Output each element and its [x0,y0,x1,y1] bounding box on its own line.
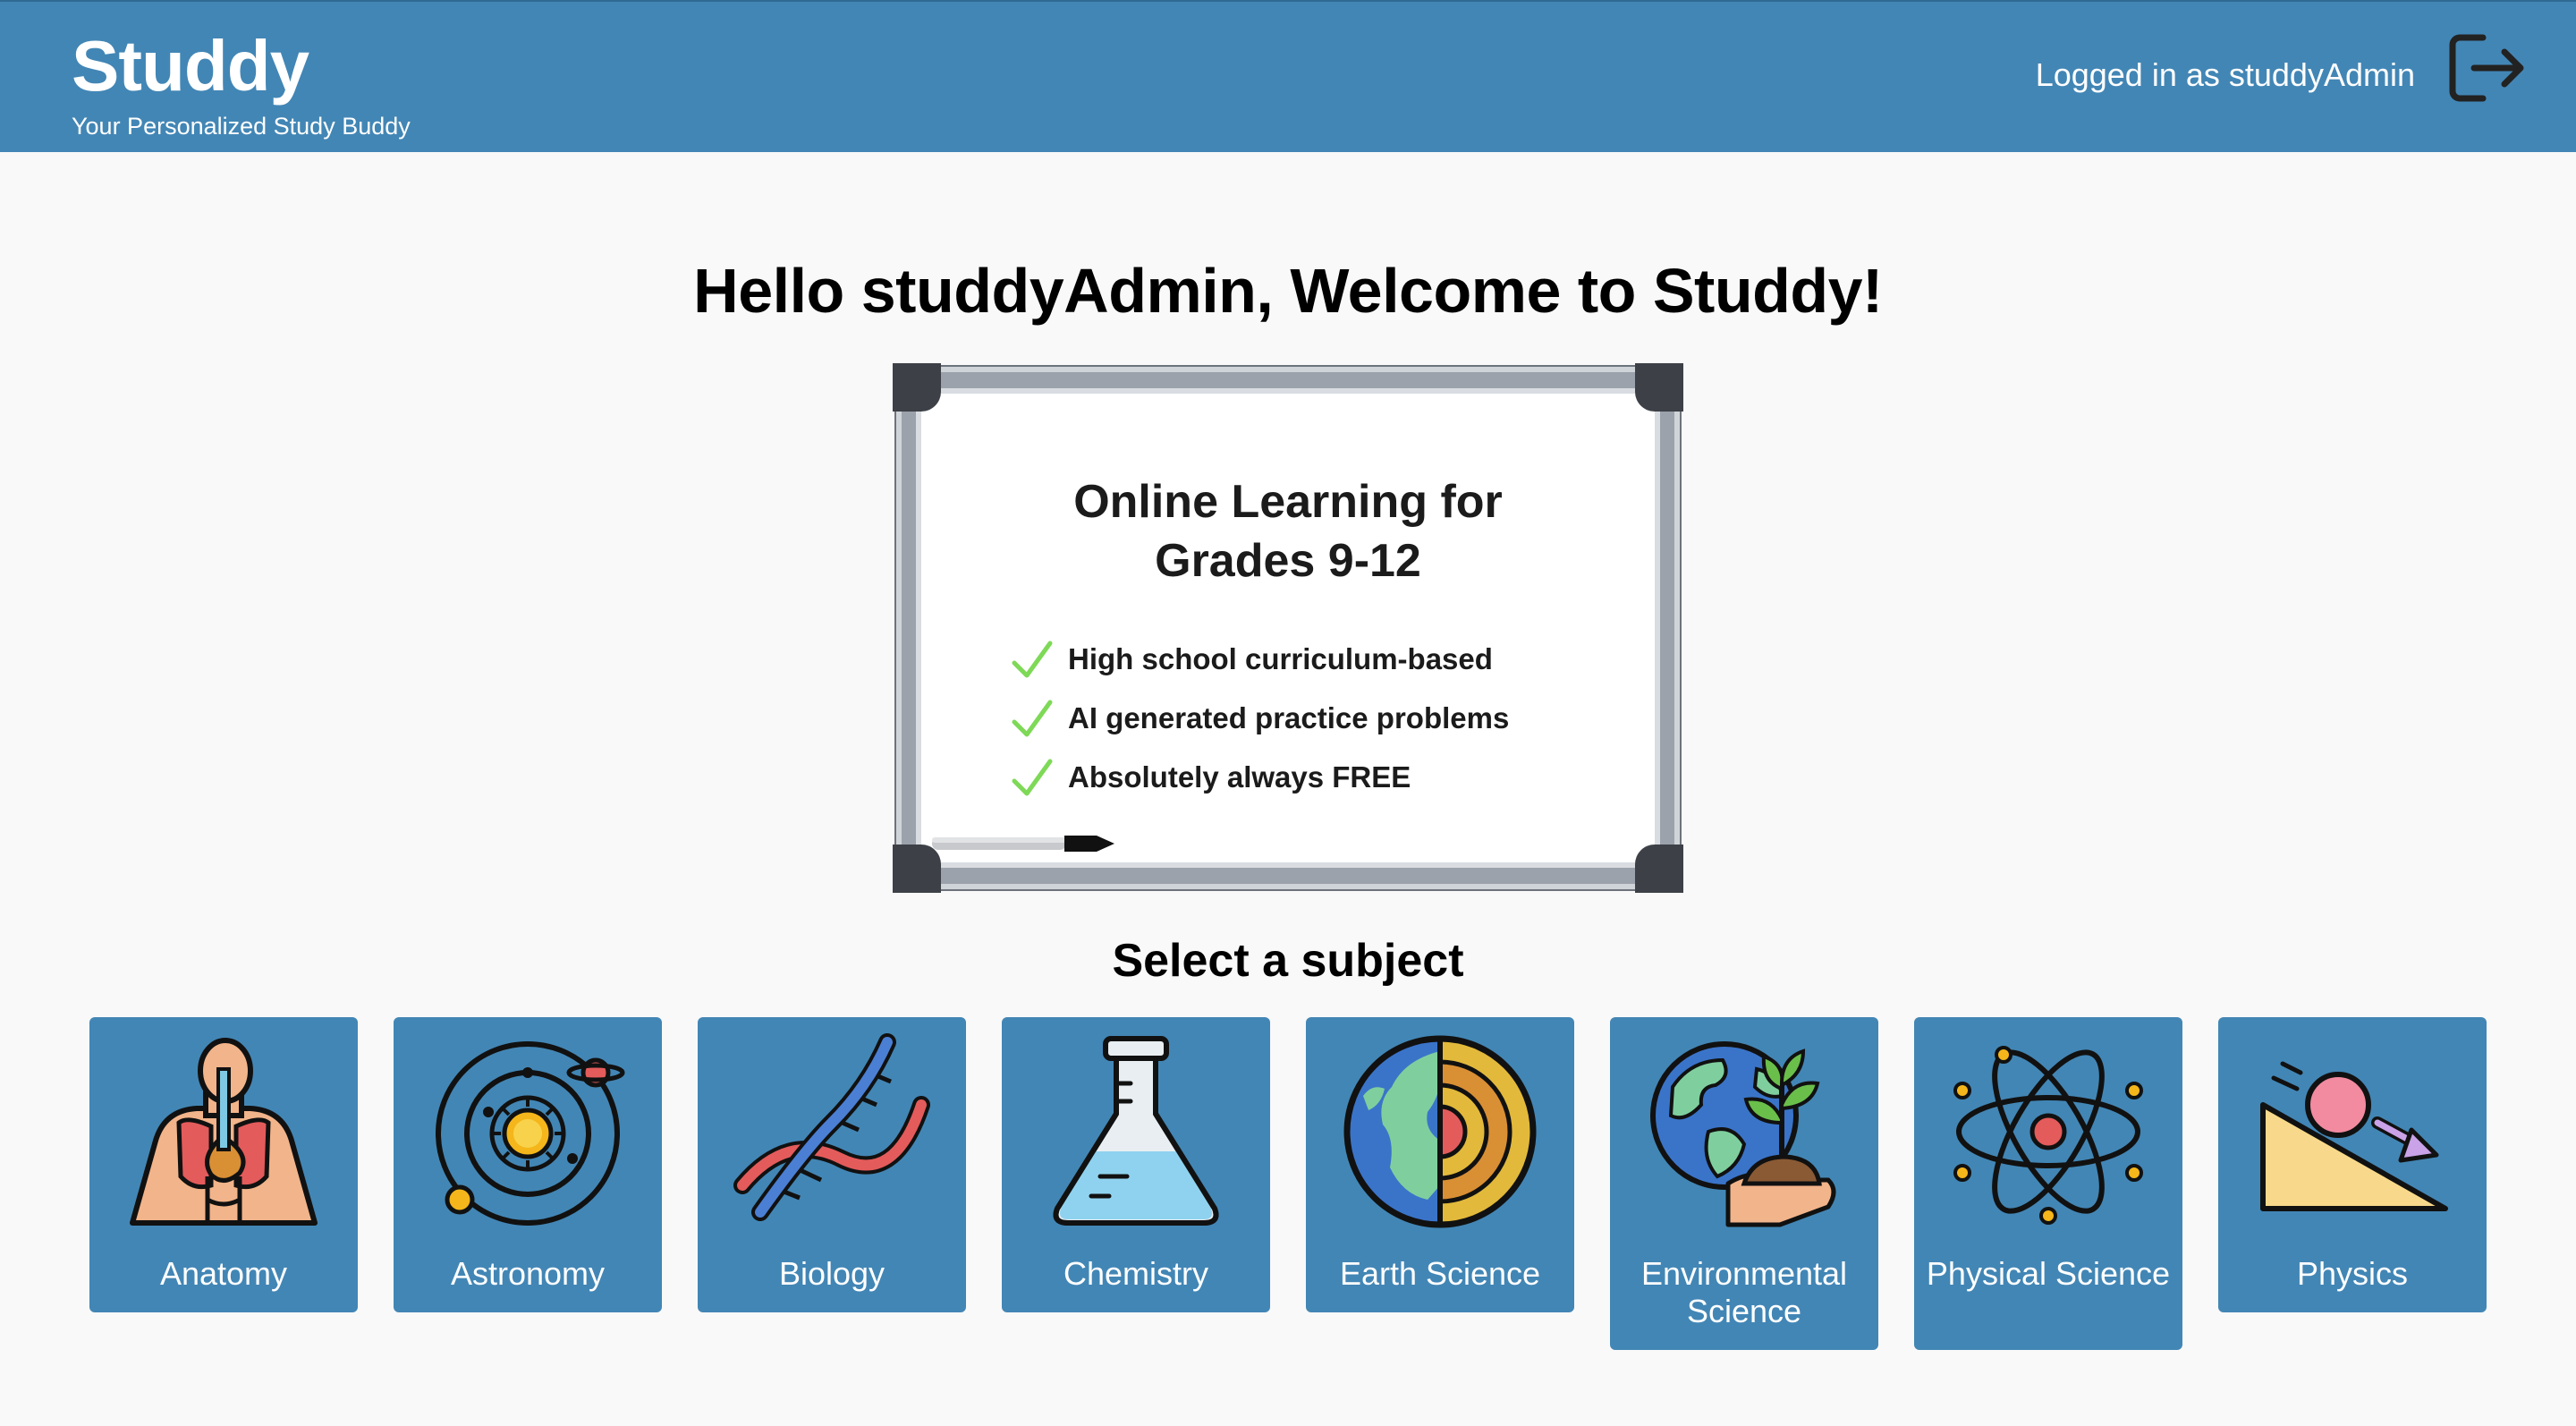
marker-icon [932,836,1114,852]
banner-title-line-2: Grades 9-12 [1155,535,1421,587]
subject-card-physics[interactable]: Physics [2218,1017,2487,1312]
subject-label: Chemistry [1063,1255,1209,1292]
app-tagline: Your Personalized Study Buddy [72,113,411,140]
atom-icon [1953,1046,2143,1225]
subject-label: Earth Science [1339,1255,1541,1292]
check-icon [1012,700,1053,737]
banner-feature: AI generated practice problems [1011,689,1509,748]
inclined-plane-icon [2260,1061,2448,1211]
banner-feature-list: High school curriculum-based AI generate… [1011,630,1509,807]
banner-feature: High school curriculum-based [1011,630,1509,689]
subject-card-astronomy[interactable]: Astronomy [394,1017,662,1312]
brand[interactable]: Studdy Your Personalized Study Buddy [72,25,411,141]
globe-plant-icon [1650,1041,1836,1227]
banner-feature-text: AI generated practice problems [1068,701,1510,734]
banner-title-line-1: Online Learning for [1073,476,1503,528]
check-icon [1012,641,1053,678]
select-subject-heading: Select a subject [1112,935,1464,987]
banner-feature-text: Absolutely always FREE [1068,760,1411,794]
subject-card-physical-science[interactable]: Physical Science [1914,1017,2182,1350]
anatomy-icon [130,1038,318,1226]
app-header: Studdy Your Personalized Study Buddy Log… [0,0,2576,152]
subject-label: Physical Science [1926,1255,2171,1292]
subject-card-biology[interactable]: Biology [698,1017,966,1312]
banner-feature-text: High school curriculum-based [1068,642,1493,675]
subject-label: Biology [778,1255,886,1292]
subject-label: Environmental Science [1640,1255,1848,1329]
solar-system-icon [436,1041,625,1226]
logged-in-label: Logged in as studdyAdmin [2035,56,2415,93]
dna-icon [733,1033,930,1221]
welcome-heading: Hello studdyAdmin, Welcome to Studdy! [693,256,1883,326]
banner-title: Online Learning for Grades 9-12 [916,472,1660,590]
logout-button[interactable] [2447,32,2526,104]
subject-label: Physics [2296,1255,2409,1292]
app-title: Studdy [72,26,309,106]
subject-card-anatomy[interactable]: Anatomy [89,1017,358,1312]
subject-card-environmental-science[interactable]: Environmental Science [1610,1017,1878,1350]
check-icon [1012,759,1053,796]
subject-card-chemistry[interactable]: Chemistry [1002,1017,1270,1312]
flask-icon [1053,1036,1219,1226]
subject-card-earth-science[interactable]: Earth Science [1306,1017,1574,1312]
banner-feature: Absolutely always FREE [1011,748,1509,807]
earth-layers-icon [1343,1035,1537,1228]
whiteboard-banner: Online Learning for Grades 9-12 High sch… [893,363,1683,893]
logout-icon [2449,34,2524,102]
subject-label: Astronomy [450,1255,606,1292]
subject-label: Anatomy [159,1255,288,1292]
